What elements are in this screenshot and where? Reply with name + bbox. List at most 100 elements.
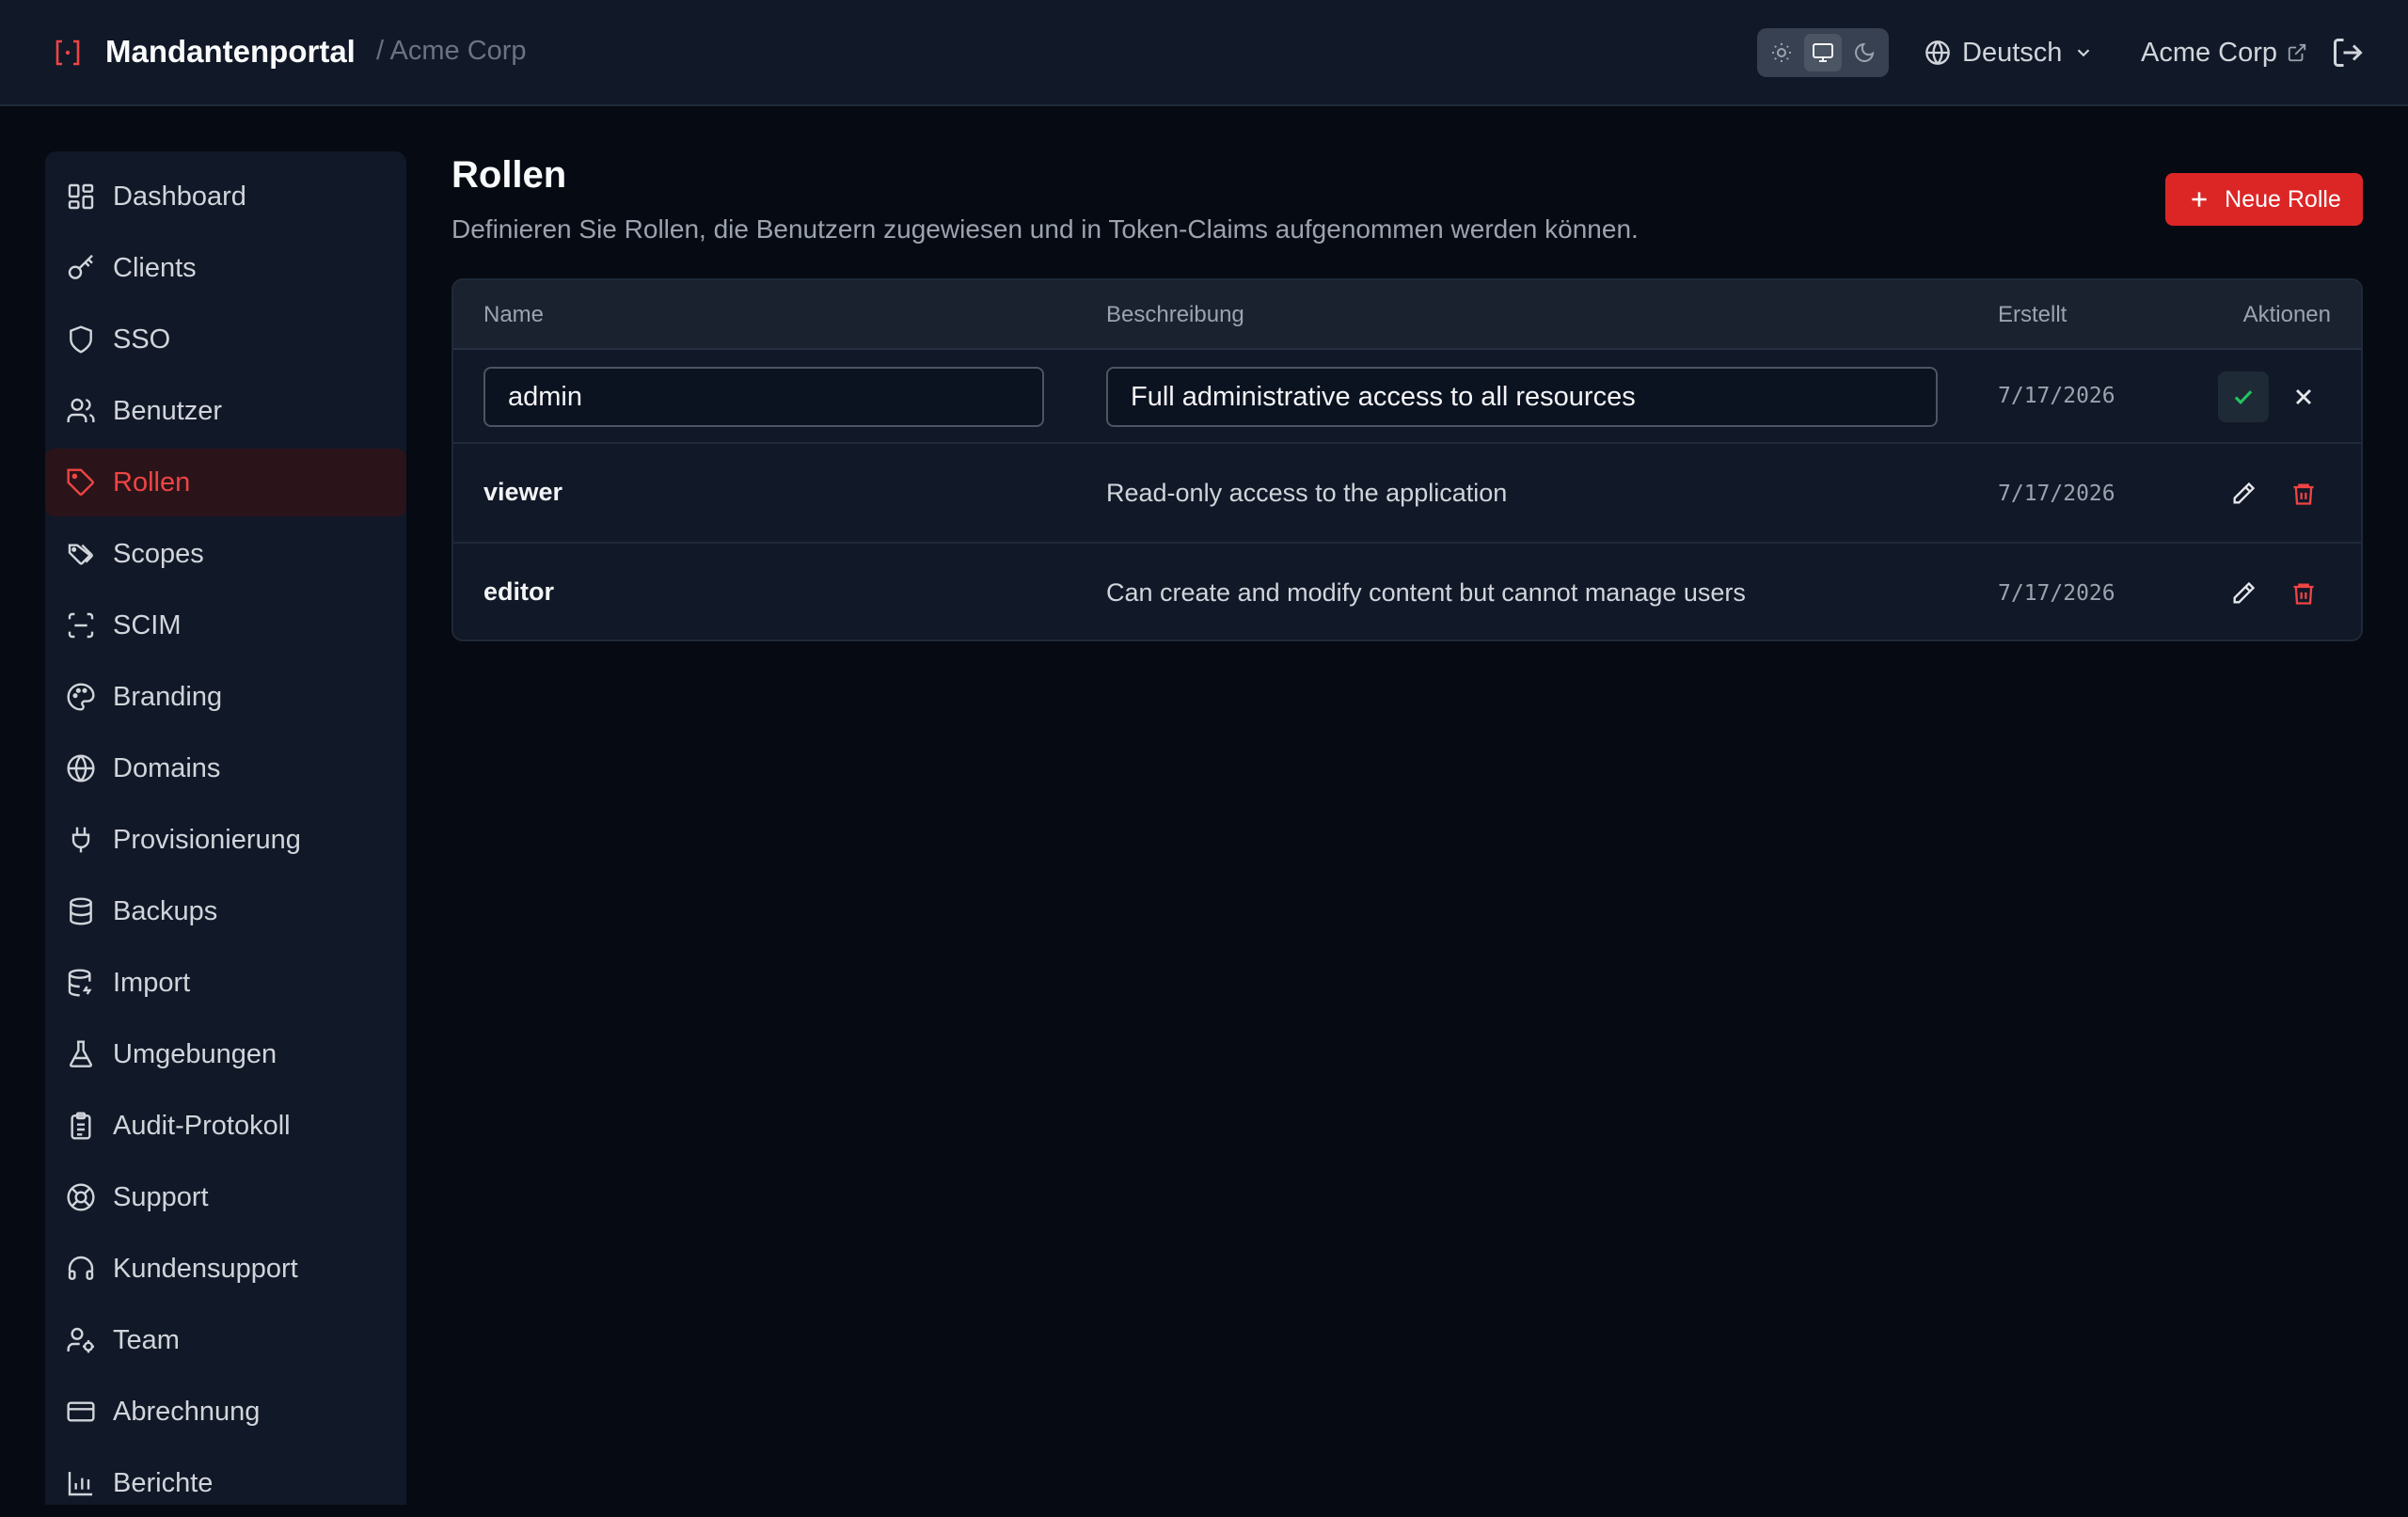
key-icon xyxy=(68,254,93,279)
sidebar-item-team[interactable]: Team xyxy=(45,1306,406,1374)
globe-icon xyxy=(1925,40,1950,65)
sidebar-item-label: Dashboard xyxy=(113,181,246,212)
created-date: 7/17/2026 xyxy=(1998,581,2115,606)
column-header-name: Name xyxy=(483,302,545,327)
sidebar-item-provisionierung[interactable]: Provisionierung xyxy=(45,806,406,874)
new-role-button[interactable]: Neue Rolle xyxy=(2165,173,2363,226)
page-title: Rollen xyxy=(452,154,567,196)
sidebar-item-label: Support xyxy=(113,1181,209,1212)
sidebar-item-benutzer[interactable]: Benutzer xyxy=(45,377,406,445)
sidebar-item-support[interactable]: Support xyxy=(45,1163,406,1231)
bar-chart-icon xyxy=(68,1472,92,1496)
globe-icon xyxy=(67,754,95,782)
plug-icon xyxy=(71,827,90,853)
sidebar-item-abrechnung[interactable]: Abrechnung xyxy=(45,1378,406,1446)
table-row: editor Can create and modify content but… xyxy=(453,544,2361,640)
plus-icon xyxy=(2192,192,2207,207)
sidebar-item-rollen[interactable]: Rollen xyxy=(45,449,406,516)
delete-role-button[interactable] xyxy=(2278,468,2329,519)
sidebar-item-label: SSO xyxy=(113,324,171,355)
sidebar-item-label: Branding xyxy=(113,681,223,712)
moon-icon xyxy=(1855,42,1875,62)
monitor-icon xyxy=(1813,43,1833,62)
table-row-editing: 7/17/2026 xyxy=(453,350,2361,444)
column-header-created: Erstellt xyxy=(1998,302,2067,327)
role-name: viewer xyxy=(483,478,563,506)
sidebar-item-berichte[interactable]: Berichte xyxy=(45,1449,406,1517)
sidebar-item-label: Backups xyxy=(113,895,218,926)
cancel-edit-button[interactable] xyxy=(2278,371,2329,422)
sidebar-item-label: Provisionierung xyxy=(113,824,301,855)
sidebar-item-dashboard[interactable]: Dashboard xyxy=(45,163,406,230)
page-description: Definieren Sie Rollen, die Benutzern zug… xyxy=(452,214,1639,244)
users-icon xyxy=(67,398,95,422)
sidebar-item-sso[interactable]: SSO xyxy=(45,306,406,373)
sidebar-item-label: Audit-Protokoll xyxy=(113,1110,291,1141)
credit-card-icon xyxy=(67,1401,95,1422)
tenant-breadcrumb: / Acme Corp xyxy=(376,36,527,66)
logout-icon[interactable] xyxy=(2331,36,2365,70)
pencil-icon xyxy=(2233,482,2256,504)
palette-icon xyxy=(67,683,95,711)
created-date: 7/17/2026 xyxy=(1998,384,2115,408)
roles-table: Name Beschreibung Erstellt Aktionen 7/17… xyxy=(452,278,2363,641)
save-role-button[interactable] xyxy=(2218,371,2269,422)
sidebar-item-label: Berichte xyxy=(113,1467,214,1498)
sidebar-item-label: Domains xyxy=(113,752,221,783)
sidebar-item-label: SCIM xyxy=(113,609,182,640)
sidebar-item-label: Import xyxy=(113,967,191,998)
sidebar-item-umgebungen[interactable]: Umgebungen xyxy=(45,1020,406,1088)
close-icon xyxy=(2296,389,2311,404)
sidebar-item-kundensupport[interactable]: Kundensupport xyxy=(45,1235,406,1303)
lifebuoy-icon xyxy=(67,1183,95,1211)
sidebar-item-label: Kundensupport xyxy=(113,1253,298,1284)
new-role-button-label: Neue Rolle xyxy=(2225,185,2341,213)
sidebar-item-audit-protokoll[interactable]: Audit-Protokoll xyxy=(45,1092,406,1160)
check-icon xyxy=(2234,390,2253,405)
tenant-link-label: Acme Corp xyxy=(2141,37,2278,68)
edit-role-button[interactable] xyxy=(2218,568,2269,619)
app-title: Mandantenportal xyxy=(105,34,356,69)
theme-light-button[interactable] xyxy=(1763,34,1800,71)
delete-role-button[interactable] xyxy=(2278,568,2329,619)
brand-logo-icon xyxy=(55,40,80,66)
scan-icon xyxy=(68,612,94,639)
clipboard-icon xyxy=(71,1112,91,1140)
sun-icon xyxy=(1772,43,1791,62)
sidebar-item-scopes[interactable]: Scopes xyxy=(45,520,406,588)
sidebar-item-branding[interactable]: Branding xyxy=(45,663,406,731)
external-link-icon xyxy=(2288,43,2306,62)
sidebar-item-backups[interactable]: Backups xyxy=(45,877,406,945)
sidebar-item-label: Clients xyxy=(113,252,197,283)
trash-icon xyxy=(2293,583,2314,605)
headset-icon xyxy=(68,1256,94,1280)
sidebar-item-label: Abrechnung xyxy=(113,1396,261,1427)
chevron-down-icon xyxy=(2078,49,2090,57)
tag-icon xyxy=(67,468,94,496)
role-name: editor xyxy=(483,577,555,606)
sidebar-item-domains[interactable]: Domains xyxy=(45,735,406,802)
sidebar-item-label: Team xyxy=(113,1324,180,1355)
user-cog-icon xyxy=(67,1327,94,1353)
role-description: Can create and modify content but cannot… xyxy=(1106,578,1746,607)
sidebar-item-scim[interactable]: SCIM xyxy=(45,592,406,659)
theme-switcher xyxy=(1757,28,1889,77)
tenant-external-link[interactable]: Acme Corp xyxy=(2141,34,2307,71)
language-selector[interactable]: Deutsch xyxy=(1925,34,2094,71)
tags-icon xyxy=(68,544,93,565)
edit-role-button[interactable] xyxy=(2218,468,2269,519)
role-name-input[interactable] xyxy=(483,367,1044,427)
column-header-description: Beschreibung xyxy=(1106,302,1244,327)
sidebar-item-label: Benutzer xyxy=(113,395,223,426)
top-bar: Mandantenportal / Acme Corp Deutsch Acme… xyxy=(0,0,2408,106)
column-header-actions: Aktionen xyxy=(2242,302,2331,327)
sidebar-item-label: Rollen xyxy=(113,466,191,498)
theme-dark-button[interactable] xyxy=(1846,34,1883,71)
sidebar-item-import[interactable]: Import xyxy=(45,949,406,1017)
role-description-input[interactable] xyxy=(1106,367,1938,427)
sidebar-item-clients[interactable]: Clients xyxy=(45,234,406,302)
flask-icon xyxy=(69,1040,93,1067)
pencil-icon xyxy=(2233,581,2256,604)
theme-system-button[interactable] xyxy=(1804,34,1842,71)
database-import-icon xyxy=(68,969,92,997)
